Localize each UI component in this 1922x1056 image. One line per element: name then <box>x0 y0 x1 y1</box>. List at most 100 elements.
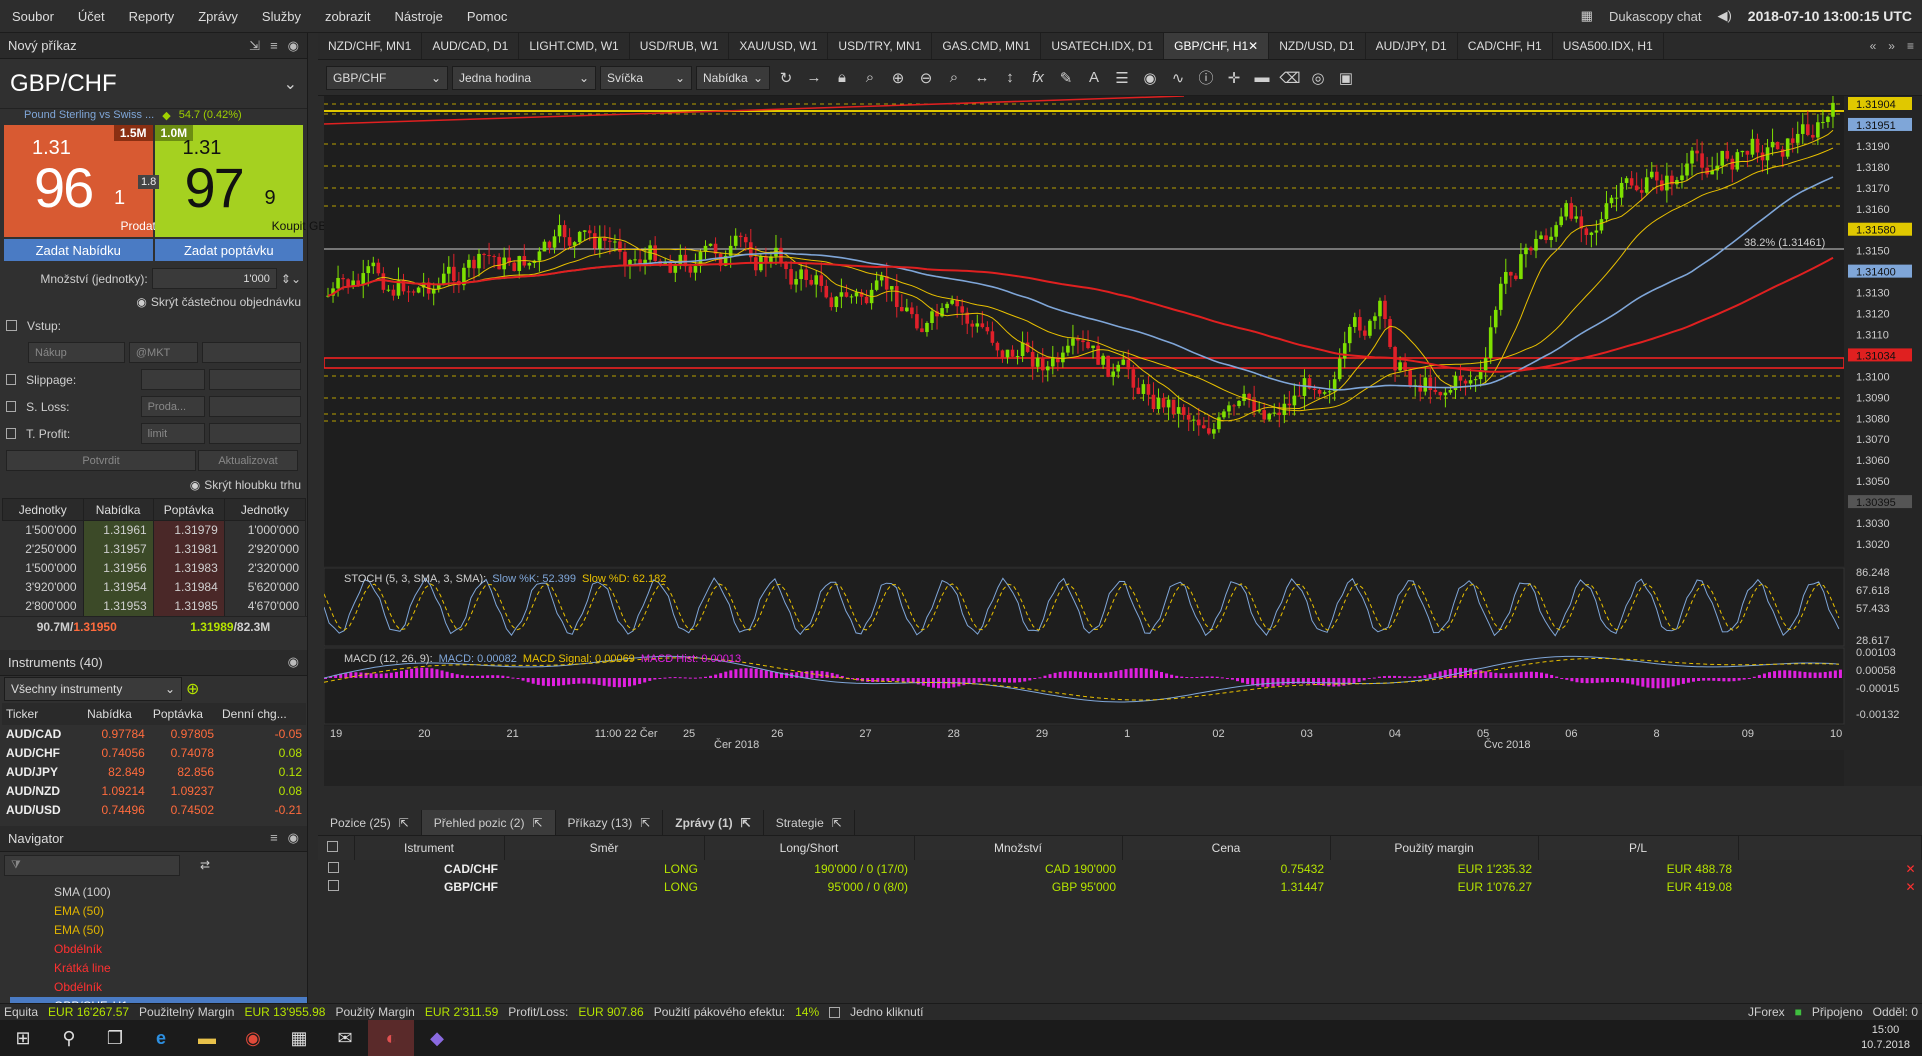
menu-zobrazit[interactable]: zobrazit <box>313 9 383 24</box>
tab-chart[interactable]: USATECH.IDX, D1 <box>1041 33 1165 59</box>
table-row[interactable]: 2'800'000 1.31953 1.31985 4'670'000 <box>2 596 307 616</box>
stop-loss-extra[interactable] <box>209 396 301 417</box>
view-icon[interactable]: ◉ <box>1138 66 1162 90</box>
crosshair-icon[interactable]: ✛ <box>1222 66 1246 90</box>
pattern-icon[interactable]: ∿ <box>1166 66 1190 90</box>
chrome-icon[interactable]: ◉ <box>230 1020 276 1056</box>
info-icon[interactable]: ⓘ <box>1194 66 1218 90</box>
menu-icon[interactable]: ≡ <box>270 38 278 54</box>
select-all-checkbox[interactable] <box>318 836 355 860</box>
tab-chart[interactable]: USA500.IDX, H1 <box>1553 33 1664 59</box>
chat-link[interactable]: Dukascopy chat <box>1609 9 1702 24</box>
navigator-filter-input[interactable]: ⧩ <box>4 854 180 876</box>
close-icon[interactable]: ✕ <box>1248 39 1258 53</box>
eye-icon[interactable]: ◉ <box>136 295 146 309</box>
one-click-checkbox[interactable] <box>829 1006 841 1018</box>
tab-chart[interactable]: GAS.CMD, MN1 <box>932 33 1042 59</box>
swap-icon[interactable]: ⇄ <box>200 858 210 872</box>
tab-chart[interactable]: USD/RUB, W1 <box>630 33 730 59</box>
eye-icon[interactable]: ◉ <box>288 654 299 670</box>
inst-header[interactable]: Ticker <box>2 702 84 725</box>
hide-depth-link[interactable]: Skrýt hloubku trhu <box>204 478 301 492</box>
table-row[interactable]: AUD/CAD 0.97784 0.97805 -0.05 <box>2 725 306 744</box>
slippage-input[interactable] <box>140 369 206 390</box>
popout-icon[interactable]: ⇱ <box>741 816 751 830</box>
depth-header[interactable]: Jednotky <box>223 498 307 521</box>
hide-partial-link[interactable]: Skrýt částečnou objednávku <box>151 295 301 309</box>
zoom-out-icon[interactable]: ⊖ <box>914 66 938 90</box>
pos-header[interactable]: Cena <box>1122 836 1331 860</box>
tab-chart[interactable]: CAD/CHF, H1 <box>1458 33 1553 59</box>
save-icon[interactable]: ▣ <box>1334 66 1358 90</box>
zoom-area-icon[interactable]: ⌕ <box>942 66 966 90</box>
confirm-button[interactable]: Potvrdit <box>6 450 196 471</box>
tab-chart[interactable]: GBP/CHF, H1 ✕ <box>1164 33 1270 59</box>
inst-header[interactable]: Denní chg... <box>218 702 306 725</box>
tab-chart[interactable]: NZD/CHF, MN1 <box>318 33 423 59</box>
refresh-icon[interactable]: ↻ <box>774 66 798 90</box>
draw-icon[interactable]: ✎ <box>1054 66 1078 90</box>
stretch-vertical-icon[interactable]: ↕ <box>998 66 1022 90</box>
template-icon[interactable]: ◎ <box>1306 66 1330 90</box>
eye-icon[interactable]: ◉ <box>288 830 299 846</box>
menu-ucet[interactable]: Účet <box>66 9 117 24</box>
add-icon[interactable]: ⊕ <box>186 679 199 699</box>
table-row[interactable]: 1'500'000 1.31956 1.31983 2'320'000 <box>2 558 307 578</box>
update-button[interactable]: Aktualizovat <box>198 450 298 471</box>
take-profit-checkbox[interactable] <box>6 428 17 439</box>
bottom-tab[interactable]: Přehled pozic (2) ⇱ <box>421 810 556 835</box>
chevron-down-icon[interactable]: ⌄ <box>284 74 297 94</box>
popout-icon[interactable]: ⇱ <box>832 816 842 830</box>
jforex-app-icon[interactable]: ◐ <box>368 1020 414 1056</box>
pos-header[interactable]: Směr <box>504 836 705 860</box>
entry-extra-input[interactable] <box>202 342 301 363</box>
table-row[interactable]: CAD/CHF LONG 190'000 / 0 (17/0) CAD 190'000… <box>318 860 1922 878</box>
bottom-tab[interactable]: Příkazy (13) ⇱ <box>556 810 664 835</box>
slippage-extra[interactable] <box>209 369 301 390</box>
table-row[interactable]: AUD/JPY 82.849 82.856 0.12 <box>2 763 306 782</box>
erase-icon[interactable]: ⌫ <box>1278 66 1302 90</box>
menu-sluzby[interactable]: Služby <box>250 9 313 24</box>
stop-loss-input[interactable]: Proda... <box>140 396 206 417</box>
navigator-item[interactable]: Obdélník <box>10 940 307 959</box>
bottom-tab[interactable]: Strategie ⇱ <box>764 810 855 835</box>
stop-loss-checkbox[interactable] <box>6 401 17 412</box>
table-row[interactable]: GBP/CHF LONG 95'000 / 0 (8/0) GBP 95'000 1.3… <box>318 878 1922 896</box>
edge-icon[interactable]: e <box>138 1020 184 1056</box>
take-profit-extra[interactable] <box>209 423 301 444</box>
tab-chart[interactable]: AUD/CAD, D1 <box>422 33 520 59</box>
instrument-filter-select[interactable]: Všechny instrumenty ⌄ <box>4 677 182 701</box>
lock-icon[interactable]: 🔒︎ <box>830 66 854 90</box>
price-chart[interactable]: 1.31904 1.31951 1.3190 1.3180 1.3170 1.3160 1.… <box>323 94 1922 786</box>
popout-icon[interactable]: ⇱ <box>532 816 542 830</box>
inst-header[interactable]: Poptávka <box>148 702 219 725</box>
search-icon[interactable]: ⚲ <box>46 1020 92 1056</box>
table-row[interactable]: 3'920'000 1.31954 1.31984 5'620'000 <box>2 577 307 597</box>
place-ask-button[interactable]: Zadat poptávku <box>154 239 303 261</box>
navigator-item[interactable]: SMA (100) <box>10 883 307 902</box>
indicator-icon[interactable]: fx <box>1026 66 1050 90</box>
menu-soubor[interactable]: Soubor <box>0 9 66 24</box>
pos-header[interactable]: Množství <box>914 836 1123 860</box>
row-checkbox[interactable] <box>327 880 339 891</box>
take-profit-input[interactable]: limit <box>140 423 206 444</box>
task-view-icon[interactable]: ❐ <box>92 1020 138 1056</box>
menu-icon[interactable]: ≡ <box>270 830 278 846</box>
pos-header[interactable]: Long/Short <box>704 836 915 860</box>
depth-header[interactable]: Poptávka <box>152 498 225 521</box>
pos-header[interactable]: Istrument <box>354 836 505 860</box>
inst-header[interactable]: Nabídka <box>83 702 149 725</box>
store-icon[interactable]: ▦ <box>276 1020 322 1056</box>
text-icon[interactable]: A <box>1082 66 1106 90</box>
zoom-fit-icon[interactable]: ⌕ <box>858 66 882 90</box>
close-icon[interactable]: ✕ <box>1738 860 1922 878</box>
table-row[interactable]: AUD/USD 0.74496 0.74502 -0.21 <box>2 801 306 820</box>
period-select[interactable]: Jedna hodina ⌄ <box>452 65 596 90</box>
eye-icon[interactable]: ◉ <box>190 478 200 492</box>
color-icon[interactable]: ▬ <box>1250 66 1274 90</box>
speaker-icon[interactable]: ◀) <box>1717 8 1731 24</box>
navigator-item[interactable]: EMA (50) <box>10 921 307 940</box>
app-icon[interactable]: ◆ <box>414 1020 460 1056</box>
popout-icon[interactable]: ⇱ <box>640 816 650 830</box>
navigator-item[interactable]: Krátká line <box>10 959 307 978</box>
